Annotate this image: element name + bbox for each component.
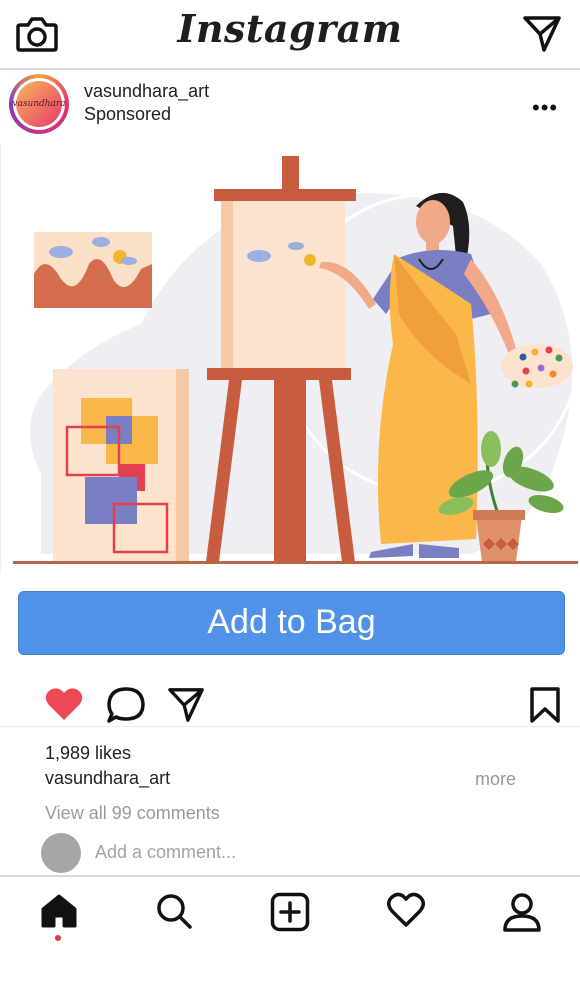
heart-icon[interactable] xyxy=(386,892,426,928)
avatar[interactable]: vasundhara xyxy=(9,74,69,134)
heart-filled-icon[interactable] xyxy=(44,686,84,722)
search-icon[interactable] xyxy=(155,892,193,930)
more-link[interactable]: more xyxy=(475,769,516,790)
share-icon[interactable] xyxy=(166,686,206,724)
view-comments-link[interactable]: View all 99 comments xyxy=(45,803,220,824)
sponsored-label: Sponsored xyxy=(84,104,172,124)
add-post-icon[interactable] xyxy=(270,892,310,932)
profile-icon[interactable] xyxy=(502,892,542,932)
comment-avatar xyxy=(41,833,81,873)
post-username[interactable]: vasundhara_art xyxy=(84,81,209,102)
bookmark-icon[interactable] xyxy=(528,686,562,724)
paint-palette xyxy=(501,344,573,388)
home-icon[interactable] xyxy=(40,892,78,930)
caption-username[interactable]: vasundhara_art xyxy=(45,768,170,789)
more-options-icon[interactable]: ••• xyxy=(532,95,558,121)
wall-painting xyxy=(34,232,152,308)
top-bar: Instagram xyxy=(0,0,580,70)
send-icon[interactable] xyxy=(522,14,562,54)
post-image[interactable] xyxy=(0,144,580,574)
post-header: vasundhara vasundhara_art Sponsored ••• xyxy=(0,70,580,142)
leaning-canvas xyxy=(53,369,189,564)
app-logo: Instagram xyxy=(177,6,403,51)
avatar-logo: vasundhara xyxy=(12,81,66,127)
like-count[interactable]: 1,989 likes xyxy=(45,743,131,764)
comment-icon[interactable] xyxy=(106,686,146,724)
bottom-nav xyxy=(0,875,580,1003)
add-to-bag-button[interactable]: Add to Bag xyxy=(18,591,565,655)
add-comment-input[interactable]: Add a comment... xyxy=(95,842,236,863)
post-actions xyxy=(0,680,580,727)
active-indicator xyxy=(55,935,61,941)
